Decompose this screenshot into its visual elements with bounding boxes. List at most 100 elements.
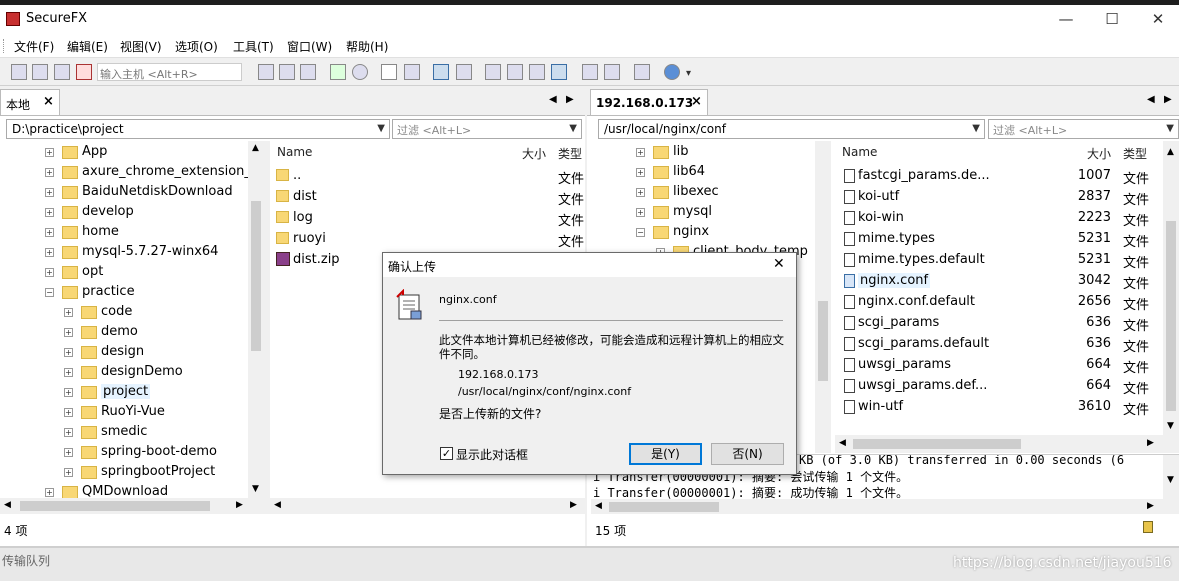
tab-scroll-right-icon[interactable]: ▶ bbox=[1164, 94, 1172, 105]
paste-icon[interactable] bbox=[300, 64, 316, 80]
tree-item[interactable]: + mysql bbox=[591, 203, 831, 223]
tab-local[interactable]: 本地 × bbox=[0, 89, 60, 115]
host-input[interactable]: 输入主机 <Alt+R> bbox=[97, 63, 242, 81]
tree-item[interactable]: + spring-boot-demo bbox=[0, 443, 248, 463]
list-item[interactable]: log 文件 bbox=[270, 208, 585, 229]
list-item[interactable]: koi-win 2223 文件 bbox=[835, 208, 1163, 229]
tab-scroll-left-icon[interactable]: ◀ bbox=[549, 94, 557, 105]
tree-item[interactable]: + lib bbox=[591, 143, 831, 163]
details-view-icon[interactable] bbox=[551, 64, 567, 80]
tab-close-icon[interactable]: × bbox=[691, 94, 702, 109]
tree-item[interactable]: − nginx bbox=[591, 223, 831, 243]
remote-filter-input[interactable]: 过滤 <Alt+L> ▼ bbox=[988, 119, 1179, 139]
tree-item[interactable]: + design bbox=[0, 343, 248, 363]
hscroll-thumb[interactable] bbox=[20, 501, 210, 511]
tree-item[interactable]: + axure_chrome_extension_V0. bbox=[0, 163, 248, 183]
column-size[interactable]: 大小 bbox=[1087, 145, 1111, 162]
menu-view[interactable]: 视图(V) bbox=[120, 38, 162, 55]
menu-edit[interactable]: 编辑(E) bbox=[67, 38, 108, 55]
column-size[interactable]: 大小 bbox=[522, 145, 546, 162]
log-hscrollbar[interactable]: ◀ ▶ bbox=[591, 499, 1179, 514]
scroll-left-icon[interactable]: ◀ bbox=[274, 500, 281, 510]
scroll-down-icon[interactable]: ▼ bbox=[1167, 475, 1174, 485]
stop-icon[interactable] bbox=[352, 64, 368, 80]
scroll-left-icon[interactable]: ◀ bbox=[595, 501, 602, 511]
expand-icon[interactable]: + bbox=[636, 168, 645, 177]
tree-item[interactable]: + smedic bbox=[0, 423, 248, 443]
expand-icon[interactable]: + bbox=[64, 328, 73, 337]
tree-item[interactable]: + designDemo bbox=[0, 363, 248, 383]
list-item[interactable]: scgi_params.default 636 文件 bbox=[835, 334, 1163, 355]
column-type[interactable]: 类型 bbox=[558, 145, 582, 162]
column-type[interactable]: 类型 bbox=[1123, 145, 1147, 162]
expand-icon[interactable]: + bbox=[45, 268, 54, 277]
dialog-close-button[interactable]: ✕ bbox=[773, 256, 785, 272]
scroll-down-icon[interactable]: ▼ bbox=[252, 484, 259, 494]
remote-path-combo[interactable]: /usr/local/nginx/conf ▼ bbox=[598, 119, 985, 139]
list-item[interactable]: win-utf 3610 文件 bbox=[835, 397, 1163, 418]
local-tree-scrollbar[interactable]: ▲ ▼ bbox=[248, 141, 264, 498]
hscroll-thumb[interactable] bbox=[853, 439, 1021, 449]
expand-icon[interactable]: + bbox=[636, 188, 645, 197]
small-icons-icon[interactable] bbox=[507, 64, 523, 80]
tree-view-icon[interactable] bbox=[433, 64, 449, 80]
tree-item[interactable]: + opt bbox=[0, 263, 248, 283]
properties-icon[interactable] bbox=[404, 64, 420, 80]
delete-icon[interactable] bbox=[381, 64, 397, 80]
tree-item[interactable]: + libexec bbox=[591, 183, 831, 203]
expand-icon[interactable]: + bbox=[45, 148, 54, 157]
remote-tree-scrollbar[interactable] bbox=[815, 141, 831, 453]
tree-item[interactable]: + springbootProject bbox=[0, 463, 248, 483]
refresh-icon[interactable] bbox=[330, 64, 346, 80]
expand-icon[interactable]: + bbox=[45, 188, 54, 197]
terminal-icon[interactable] bbox=[634, 64, 650, 80]
disconnect-icon[interactable] bbox=[76, 64, 92, 80]
chevron-down-icon[interactable]: ▼ bbox=[377, 123, 385, 134]
expand-icon[interactable]: − bbox=[45, 288, 54, 297]
expand-icon[interactable]: + bbox=[45, 248, 54, 257]
list-item[interactable]: uwsgi_params 664 文件 bbox=[835, 355, 1163, 376]
remote-list-hscrollbar[interactable]: ◀ ▶ bbox=[835, 435, 1179, 453]
menu-window[interactable]: 窗口(W) bbox=[287, 38, 332, 55]
tree-item[interactable]: + develop bbox=[0, 203, 248, 223]
local-tree-hscrollbar[interactable]: ◀ ▶ bbox=[0, 498, 264, 514]
scroll-left-icon[interactable]: ◀ bbox=[4, 500, 11, 510]
hscroll-thumb[interactable] bbox=[609, 502, 719, 512]
chevron-down-icon[interactable]: ▼ bbox=[972, 123, 980, 134]
list-item[interactable]: scgi_params 636 文件 bbox=[835, 313, 1163, 334]
list-item[interactable]: .. 文件 bbox=[270, 166, 585, 187]
no-button[interactable]: 否(N) bbox=[711, 443, 784, 465]
expand-icon[interactable]: + bbox=[45, 168, 54, 177]
expand-icon[interactable]: + bbox=[45, 228, 54, 237]
menu-tools[interactable]: 工具(T) bbox=[233, 38, 274, 55]
list-item[interactable]: dist 文件 bbox=[270, 187, 585, 208]
expand-icon[interactable]: + bbox=[64, 468, 73, 477]
scroll-up-icon[interactable]: ▲ bbox=[1167, 147, 1174, 157]
tree-item[interactable]: + BaiduNetdiskDownload bbox=[0, 183, 248, 203]
copy-icon[interactable] bbox=[279, 64, 295, 80]
list-item[interactable]: uwsgi_params.def... 664 文件 bbox=[835, 376, 1163, 397]
remote-list-scrollbar[interactable]: ▲ ▼ bbox=[1163, 141, 1179, 435]
tree-item[interactable]: + lib64 bbox=[591, 163, 831, 183]
scroll-thumb[interactable] bbox=[1166, 221, 1176, 411]
expand-icon[interactable]: + bbox=[64, 448, 73, 457]
tree-item[interactable]: + code bbox=[0, 303, 248, 323]
list-item[interactable]: mime.types.default 5231 文件 bbox=[835, 250, 1163, 271]
tree-item[interactable]: + mysql-5.7.27-winx64 bbox=[0, 243, 248, 263]
reconnect-icon[interactable] bbox=[54, 64, 70, 80]
large-icons-icon[interactable] bbox=[485, 64, 501, 80]
show-dialog-label[interactable]: 显示此对话框 bbox=[456, 446, 528, 463]
scroll-up-icon[interactable]: ▲ bbox=[252, 143, 259, 153]
scroll-right-icon[interactable]: ▶ bbox=[1147, 438, 1154, 448]
local-list-hscrollbar[interactable]: ◀ ▶ bbox=[270, 498, 585, 514]
close-window-button[interactable]: ✕ bbox=[1135, 5, 1179, 34]
list-item[interactable]: fastcgi_params.de... 1007 文件 bbox=[835, 166, 1163, 187]
scroll-thumb[interactable] bbox=[818, 301, 828, 381]
column-name[interactable]: Name bbox=[277, 145, 312, 159]
up-folder-icon[interactable] bbox=[456, 64, 472, 80]
list-item[interactable]: koi-utf 2837 文件 bbox=[835, 187, 1163, 208]
expand-icon[interactable]: + bbox=[45, 488, 54, 497]
local-path-combo[interactable]: D:\practice\project ▼ bbox=[6, 119, 390, 139]
scroll-thumb[interactable] bbox=[251, 201, 261, 351]
expand-icon[interactable]: + bbox=[636, 148, 645, 157]
